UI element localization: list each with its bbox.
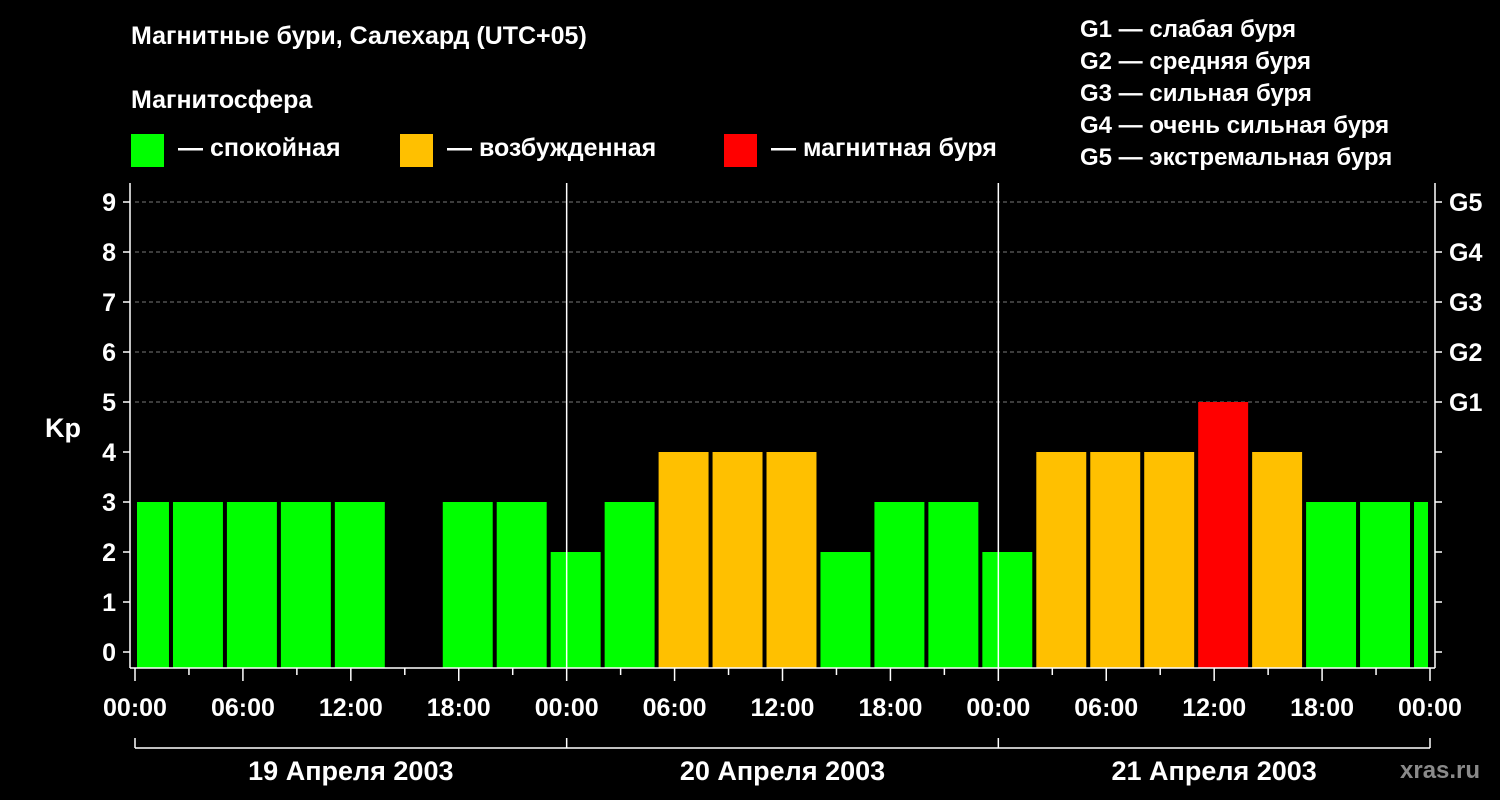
x-tick-label: 18:00 xyxy=(1290,694,1354,722)
x-tick-label: 00:00 xyxy=(1398,694,1462,722)
kp-bar xyxy=(1414,502,1428,668)
x-tick-label: 12:00 xyxy=(751,694,815,722)
kp-bar xyxy=(928,502,979,668)
y-tick-label: 5 xyxy=(102,389,116,417)
x-tick-label: 18:00 xyxy=(427,694,491,722)
kp-bar xyxy=(604,502,655,668)
kp-bar xyxy=(766,452,817,668)
g-axis-label: G3 xyxy=(1449,289,1482,317)
kp-bar xyxy=(1360,502,1411,668)
x-tick-label: 06:00 xyxy=(211,694,275,722)
x-tick-label: 06:00 xyxy=(643,694,707,722)
kp-bar xyxy=(658,452,709,668)
x-tick-label: 12:00 xyxy=(319,694,383,722)
x-tick-label: 18:00 xyxy=(858,694,922,722)
day-label: 20 Апреля 2003 xyxy=(680,756,885,786)
kp-bar xyxy=(226,502,277,668)
y-tick-label: 2 xyxy=(102,539,116,567)
g-axis-label: G4 xyxy=(1449,239,1482,267)
kp-bar xyxy=(334,502,385,668)
y-tick-label: 9 xyxy=(102,189,116,217)
kp-bar xyxy=(1306,502,1357,668)
y-tick-label: 7 xyxy=(102,289,116,317)
kp-bar xyxy=(1144,452,1195,668)
x-tick-label: 00:00 xyxy=(103,694,167,722)
g-axis-label: G2 xyxy=(1449,339,1482,367)
g-axis-label: G5 xyxy=(1449,189,1482,217)
g-axis-label: G1 xyxy=(1449,389,1482,417)
kp-bar xyxy=(550,552,601,668)
kp-bar xyxy=(1036,452,1087,668)
y-tick-label: 6 xyxy=(102,339,116,367)
y-tick-label: 3 xyxy=(102,489,116,517)
kp-bar xyxy=(982,552,1033,668)
kp-bar xyxy=(820,552,871,668)
x-tick-label: 12:00 xyxy=(1182,694,1246,722)
y-tick-label: 1 xyxy=(102,589,116,617)
y-tick-label: 4 xyxy=(102,439,116,467)
y-tick-label: 8 xyxy=(102,239,116,267)
kp-bar xyxy=(442,502,493,668)
kp-bar xyxy=(496,502,547,668)
day-label: 21 Апреля 2003 xyxy=(1112,756,1317,786)
kp-bar xyxy=(1090,452,1141,668)
kp-bar xyxy=(137,502,169,668)
kp-bar xyxy=(1252,452,1303,668)
y-axis-title: Kp xyxy=(45,413,81,443)
kp-bar xyxy=(874,502,925,668)
x-tick-label: 06:00 xyxy=(1074,694,1138,722)
x-tick-label: 00:00 xyxy=(966,694,1030,722)
y-tick-label: 0 xyxy=(102,639,116,667)
kp-bar xyxy=(1198,402,1249,668)
day-label: 19 Апреля 2003 xyxy=(248,756,453,786)
watermark: xras.ru xyxy=(1400,757,1481,784)
kp-bar xyxy=(712,452,763,668)
kp-bar xyxy=(280,502,331,668)
kp-bar xyxy=(172,502,223,668)
x-tick-label: 00:00 xyxy=(535,694,599,722)
kp-bar-chart: 0 1 2 3 4 5 6 7 8 9 G1 G2 G3 G4 G5 Kp 00:00 06:00 12:00 18:… xyxy=(45,183,1482,786)
